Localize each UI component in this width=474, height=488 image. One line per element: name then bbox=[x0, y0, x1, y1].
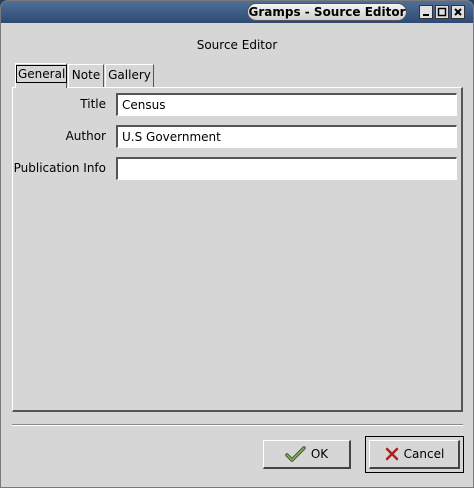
maximize-icon[interactable] bbox=[435, 5, 449, 19]
ok-button[interactable]: OK bbox=[263, 440, 351, 469]
tab-gallery[interactable]: Gallery bbox=[105, 64, 154, 87]
title-bar[interactable]: Gramps - Source Editor bbox=[1, 1, 473, 23]
tab-note[interactable]: Note bbox=[68, 64, 104, 87]
ok-button-label: OK bbox=[310, 447, 329, 461]
tab-general[interactable]: General bbox=[15, 63, 68, 88]
minimize-icon[interactable] bbox=[419, 5, 433, 19]
dialog-heading: Source Editor bbox=[196, 38, 278, 52]
tab-note-label: Note bbox=[71, 68, 101, 82]
window-title: Gramps - Source Editor bbox=[247, 3, 407, 21]
separator bbox=[12, 424, 463, 426]
title-label: Title bbox=[80, 97, 106, 111]
author-label: Author bbox=[65, 129, 106, 143]
publication-info-label: Publication Info bbox=[13, 161, 106, 175]
cancel-button-label: Cancel bbox=[403, 447, 445, 461]
close-icon[interactable] bbox=[451, 5, 465, 19]
check-icon bbox=[285, 446, 306, 462]
tab-general-label: General bbox=[16, 65, 68, 83]
author-field[interactable] bbox=[116, 125, 457, 148]
title-field[interactable] bbox=[116, 93, 457, 116]
source-editor-window: Gramps - Source Editor Source Editor Gen… bbox=[0, 0, 474, 488]
cancel-button[interactable]: Cancel bbox=[369, 440, 460, 469]
publication-info-field[interactable] bbox=[116, 157, 457, 180]
x-icon bbox=[385, 447, 398, 461]
tab-gallery-label: Gallery bbox=[108, 68, 151, 82]
